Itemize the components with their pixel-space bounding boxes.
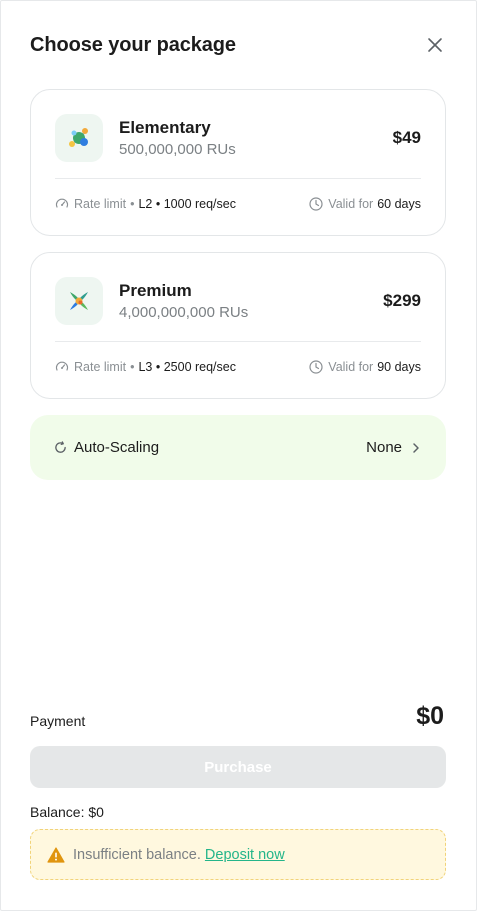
rate-limit-value: L3 • 2500 req/sec	[138, 360, 236, 374]
close-button[interactable]	[424, 34, 446, 56]
package-dialog: Choose your package Elementary 500,000,0…	[0, 0, 477, 911]
valid-label: Valid for	[328, 360, 374, 374]
auto-scaling-row[interactable]: Auto-Scaling None	[30, 415, 446, 480]
payment-label: Payment	[30, 713, 86, 729]
speedometer-icon	[55, 198, 69, 208]
package-card-elementary[interactable]: Elementary 500,000,000 RUs $49 Rate limi…	[30, 89, 446, 236]
auto-scaling-label: Auto-Scaling	[74, 439, 160, 456]
warning-text: Insufficient balance.	[73, 846, 201, 863]
valid-label: Valid for	[328, 197, 374, 211]
close-icon	[428, 38, 442, 52]
refresh-icon	[55, 441, 66, 453]
package-price: $299	[383, 291, 421, 310]
premium-flower-icon	[55, 277, 103, 325]
valid-value: 90 days	[377, 360, 421, 374]
package-name: Premium	[119, 280, 192, 300]
payment-amount: $0	[416, 702, 444, 730]
rate-limit-value: L2 • 1000 req/sec	[138, 197, 236, 211]
rate-limit: Rate limit • L3 • 2500 req/sec	[55, 360, 236, 374]
deposit-now-link[interactable]: Deposit now	[205, 847, 285, 863]
molecule-icon	[55, 114, 103, 162]
dialog-header: Choose your package	[30, 31, 446, 59]
card-divider	[55, 341, 421, 342]
rate-limit: Rate limit • L2 • 1000 req/sec	[55, 197, 236, 211]
package-rus: 500,000,000 RUs	[119, 140, 236, 158]
clock-icon	[309, 360, 323, 374]
chevron-right-icon	[413, 442, 419, 453]
warning-icon	[47, 846, 65, 863]
purchase-button[interactable]: Purchase	[30, 746, 446, 788]
validity: Valid for 90 days	[309, 360, 421, 374]
auto-scaling-value: None	[366, 439, 402, 456]
rate-limit-label: Rate limit	[74, 197, 127, 211]
speedometer-icon	[55, 361, 69, 371]
insufficient-balance-alert: Insufficient balance. Deposit now	[30, 829, 446, 880]
clock-icon	[309, 197, 323, 211]
bullet: •	[130, 360, 135, 374]
dialog-title: Choose your package	[30, 33, 236, 56]
bullet: •	[130, 197, 135, 211]
payment-row: Payment $0	[30, 701, 444, 731]
package-card-premium[interactable]: Premium 4,000,000,000 RUs $299 Rate limi…	[30, 252, 446, 399]
valid-value: 60 days	[377, 197, 421, 211]
package-rus: 4,000,000,000 RUs	[119, 303, 249, 321]
rate-limit-label: Rate limit	[74, 360, 127, 374]
package-price: $49	[392, 128, 421, 147]
balance-text: Balance: $0	[30, 804, 104, 820]
validity: Valid for 60 days	[309, 197, 421, 211]
package-name: Elementary	[119, 117, 211, 137]
card-divider	[55, 178, 421, 179]
